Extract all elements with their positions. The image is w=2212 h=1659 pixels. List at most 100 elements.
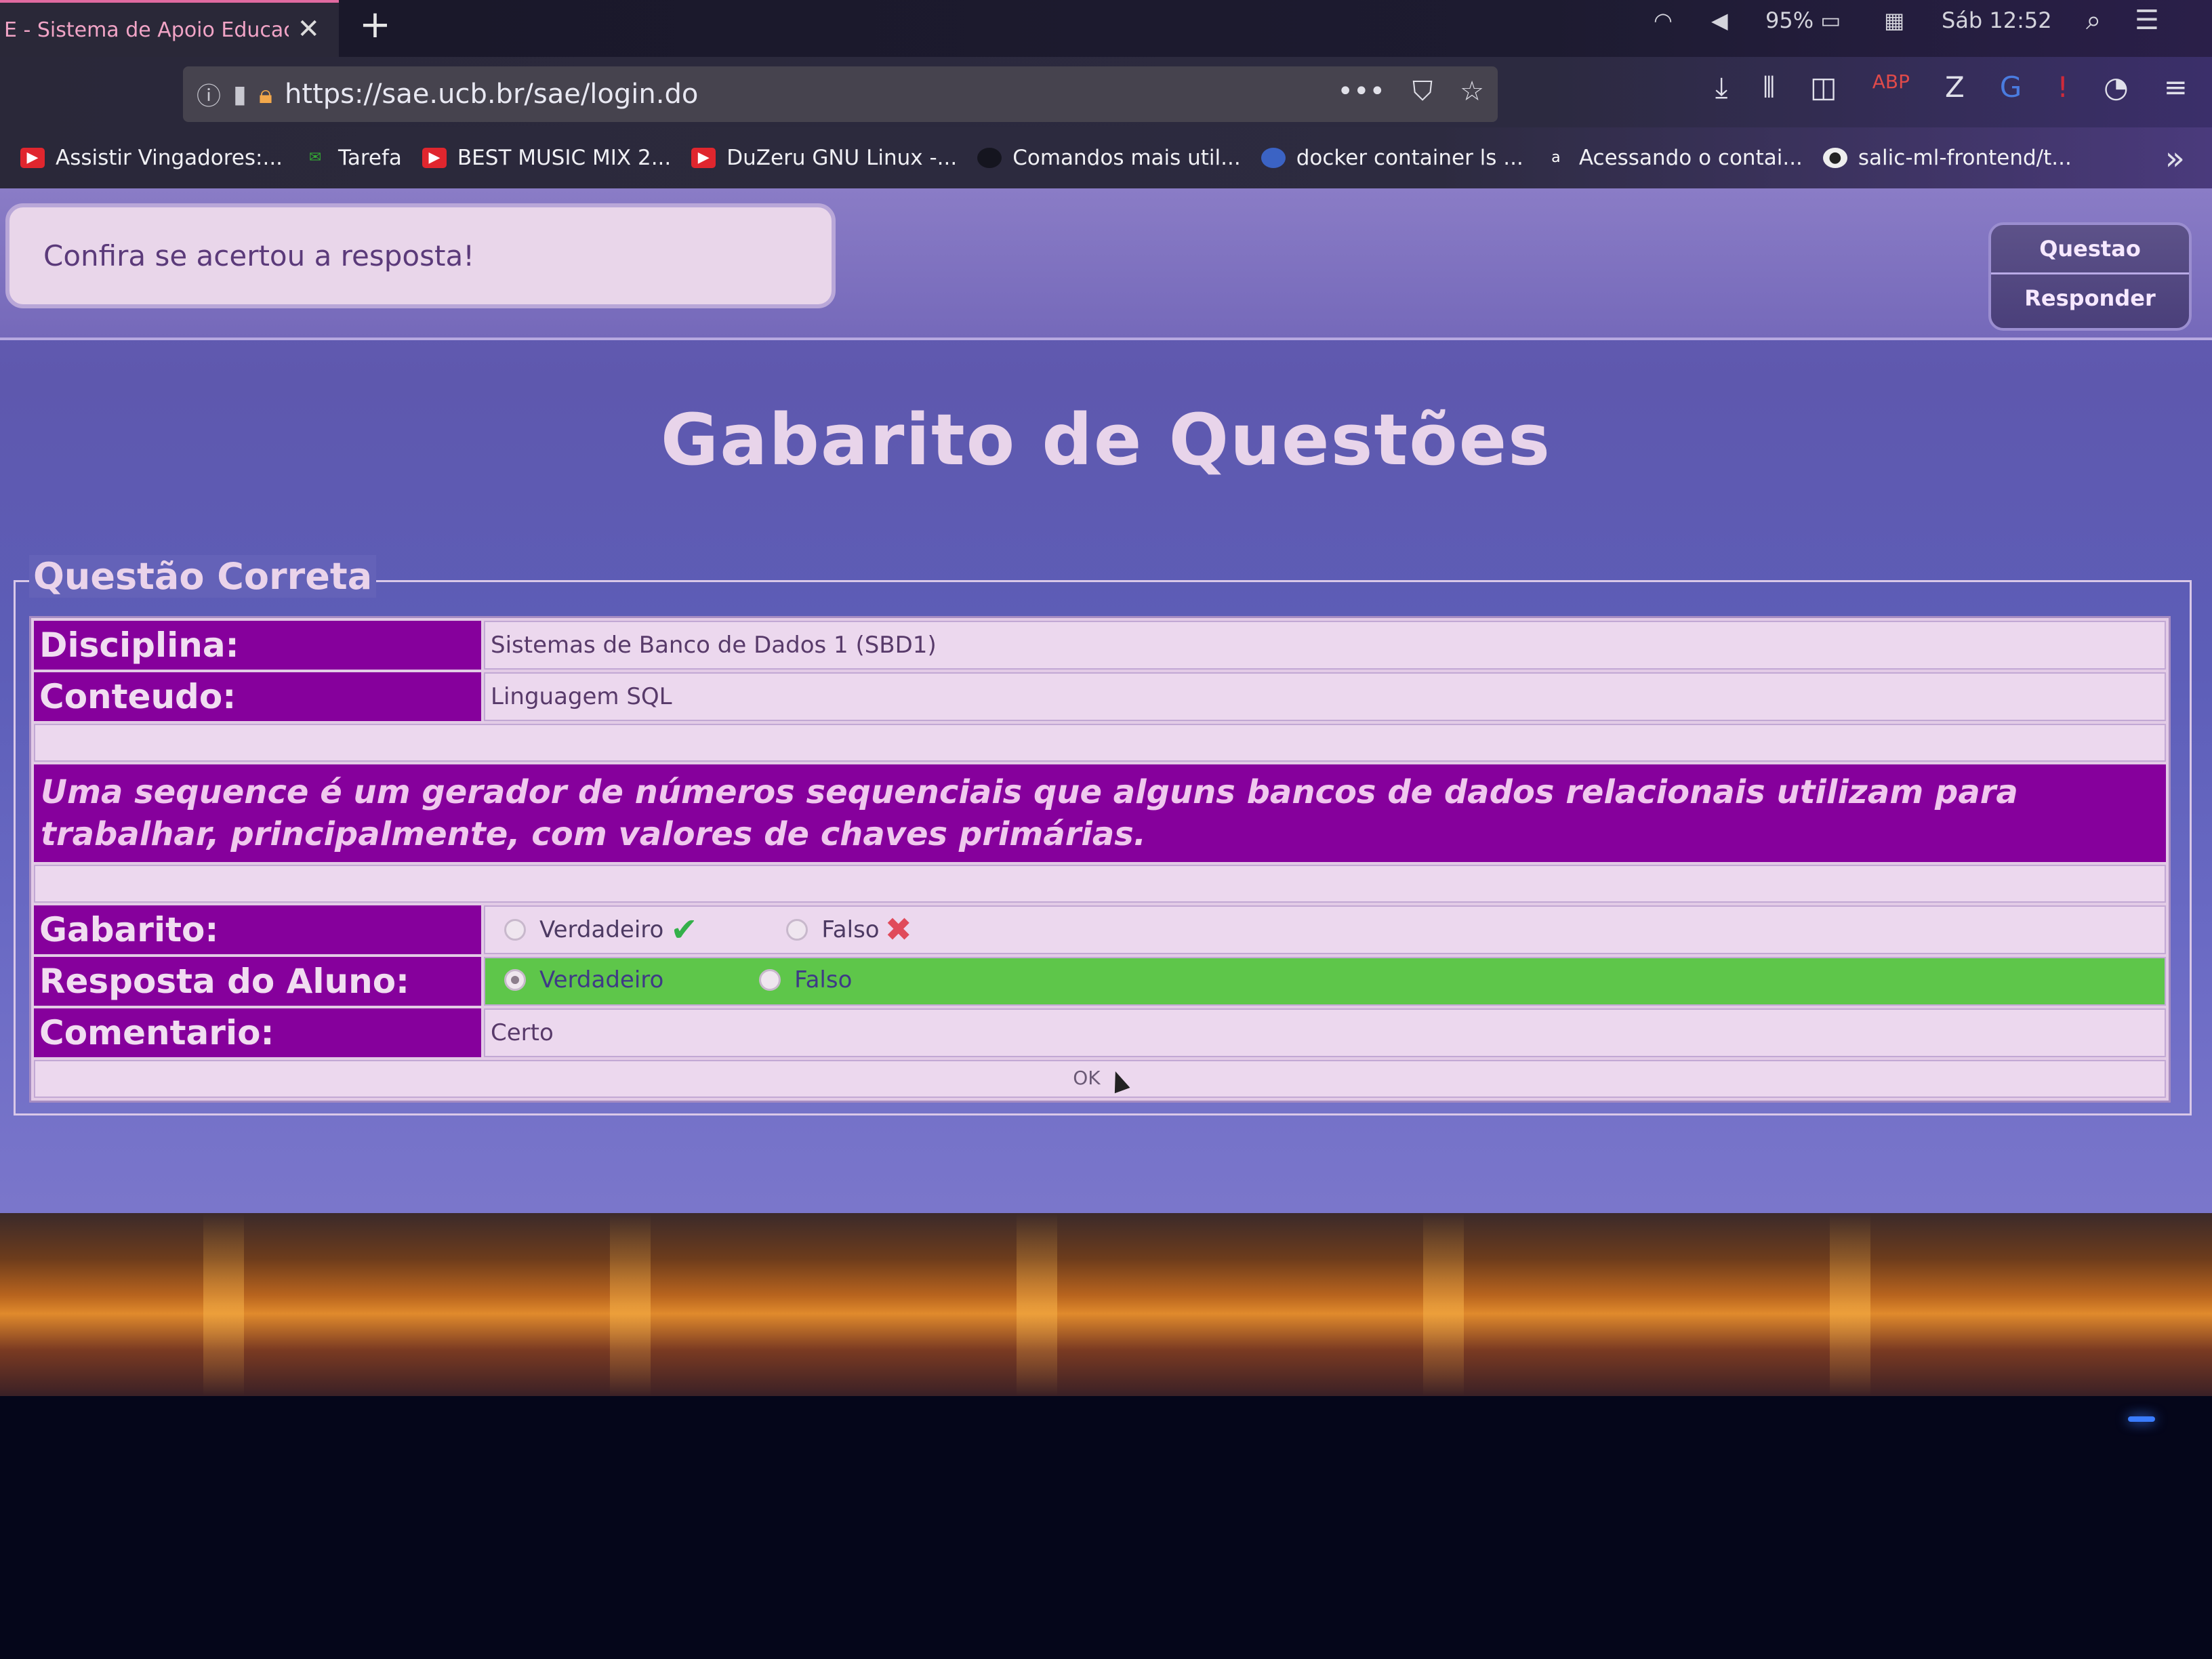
bookmark-item[interactable]: docker container ls ... [1261,146,1523,170]
translate-icon[interactable]: G [2000,70,2022,104]
option-label: Falso [794,966,853,994]
browser-toolbar: ⓘ ▮ 🔒︎ https://sae.ucb.br/sae/login.do •… [0,57,2212,138]
search-icon[interactable]: ⌕ [2086,0,2101,41]
adblock-icon[interactable]: ABP [1872,70,1910,104]
option-label: Verdadeiro [539,966,664,994]
bookmarks-overflow-icon[interactable]: » [2165,140,2185,178]
table-row: Gabarito: Verdadeiro ✔ Falso ✖ [34,905,2166,954]
resposta-option-true: Verdadeiro [504,966,663,994]
spacer-row [34,865,2166,903]
sidebar-icon[interactable]: ◫ [1810,70,1837,104]
radio-false-disabled [786,919,808,941]
bookmark-item[interactable]: Comandos mais util... [977,146,1241,170]
ok-button[interactable]: OK [1073,1067,1100,1089]
clipboard-icon[interactable]: ▮ [233,81,247,108]
nav-menu: Questao Responder [1988,222,2192,331]
battery-percent: 95% [1765,7,1814,33]
ok-row: OK [34,1060,2166,1098]
tab-close-icon[interactable]: ✕ [297,14,320,45]
bookmark-label: Tarefa [338,146,402,170]
bookmark-item[interactable]: ● salic-ml-frontend/t... [1822,146,2072,170]
resposta-label: Resposta do Aluno: [34,957,481,1006]
message-box: Confira se acertou a resposta! [5,203,836,308]
notifications-icon[interactable]: ☰ [2135,0,2159,41]
table-row [34,865,2166,903]
bookmark-label: DuZeru GNU Linux -... [726,146,958,170]
bookmark-item[interactable]: ✉ Tarefa [303,146,402,170]
sync-icon[interactable]: ◔ [2104,70,2129,104]
docker-icon [1261,148,1286,168]
question-fieldset: Questão Correta Disciplina: Sistemas de … [14,555,2192,1115]
gabarito-option-true: Verdadeiro ✔ [504,911,698,949]
youtube-icon: ▶ [422,148,447,168]
bookmark-item[interactable]: ▶ Assistir Vingadores:... [20,146,283,170]
desktop-wallpaper [0,1213,2212,1396]
wifi-icon[interactable]: ◠ [1654,0,1673,41]
bookmark-label: Assistir Vingadores:... [56,146,283,170]
comentario-label: Comentario: [34,1008,481,1057]
table-row: Uma sequence é um gerador de números seq… [34,764,2166,862]
youtube-icon: ▶ [20,148,45,168]
radio-true-disabled [504,919,526,941]
battery-icon: ▭ [1820,7,1841,33]
url-bar[interactable]: ⓘ ▮ 🔒︎ https://sae.ucb.br/sae/login.do •… [183,66,1498,122]
wallpaper-streak [203,1213,244,1396]
bookmark-item[interactable]: ▶ DuZeru GNU Linux -... [691,146,957,170]
monitor-bezel [0,1396,2212,1659]
menu-link-questao[interactable]: Questao [1991,225,2189,272]
bookmark-star-icon[interactable]: ☆ [1460,76,1484,107]
calendar-icon[interactable]: ▦ [1884,0,1904,41]
info-icon[interactable]: ⓘ [197,77,221,112]
download-icon[interactable]: ⤓ [1715,70,1728,104]
conteudo-value: Linguagem SQL [484,672,2166,721]
pocket-icon[interactable]: ⛉ [1412,76,1433,107]
page-title: Gabarito de Questões [660,398,1552,481]
monitor-screen: E - Sistema de Apoio Educac ✕ + ◠ ◀ 95% … [0,0,2212,1396]
url-text[interactable]: https://sae.ucb.br/sae/login.do [285,79,698,110]
new-tab-icon[interactable]: + [359,3,391,47]
spacer-row [34,724,2166,762]
mouse-cursor-icon [1107,1069,1130,1094]
question-table: Disciplina: Sistemas de Banco de Dados 1… [29,616,2171,1103]
extension-icon[interactable]: ! [2057,70,2068,104]
bookmark-label: docker container ls ... [1296,146,1523,170]
battery-status[interactable]: 95% ▭ [1765,0,1841,41]
bookmark-item[interactable]: a Acessando o contai... [1544,146,1803,170]
cross-icon: ✖ [884,911,912,949]
question-text: Uma sequence é um gerador de números seq… [34,764,2166,862]
table-row [34,724,2166,762]
bookmark-label: BEST MUSIC MIX 2... [457,146,672,170]
browser-tab-bar: E - Sistema de Apoio Educac ✕ + ◠ ◀ 95% … [0,0,2212,57]
wallpaper-streak [1423,1213,1464,1396]
comentario-value: Certo [484,1008,2166,1057]
wallpaper-streak [610,1213,651,1396]
option-label: Falso [821,916,880,943]
web-page: Confira se acertou a resposta! Questao R… [0,188,2212,1256]
table-row: Conteudo: Linguagem SQL [34,672,2166,721]
menu-icon[interactable]: ≡ [2164,70,2188,104]
message-text: Confira se acertou a resposta! [43,239,475,272]
site-icon [977,148,1002,168]
disciplina-value: Sistemas de Banco de Dados 1 (SBD1) [484,621,2166,670]
resposta-option-false: Falso [759,966,852,994]
library-icon[interactable]: ⫴ [1763,70,1775,104]
bookmark-label: Comandos mais util... [1012,146,1241,170]
page-actions-icon[interactable]: ••• [1337,76,1385,107]
option-label: Verdadeiro [539,916,664,943]
gabarito-options: Verdadeiro ✔ Falso ✖ [484,905,2166,954]
radio-true-selected[interactable] [504,968,526,991]
wallpaper-streak [1830,1213,1870,1396]
radio-false[interactable] [759,968,781,991]
conteudo-label: Conteudo: [34,672,481,721]
bookmark-label: Acessando o contai... [1578,146,1803,170]
bookmark-label: salic-ml-frontend/t... [1858,146,2072,170]
zotero-icon[interactable]: Z [1945,70,1965,104]
bookmark-item[interactable]: ▶ BEST MUSIC MIX 2... [422,146,671,170]
volume-icon[interactable]: ◀ [1711,0,1728,41]
clock[interactable]: Sáb 12:52 [1942,0,2052,41]
section-legend: Questão Correta [29,555,377,598]
browser-tab[interactable]: E - Sistema de Apoio Educac ✕ [0,0,339,57]
lock-icon[interactable]: 🔒︎ [259,79,272,110]
menu-link-responder[interactable]: Responder [1991,272,2189,322]
check-icon: ✔ [670,911,698,949]
